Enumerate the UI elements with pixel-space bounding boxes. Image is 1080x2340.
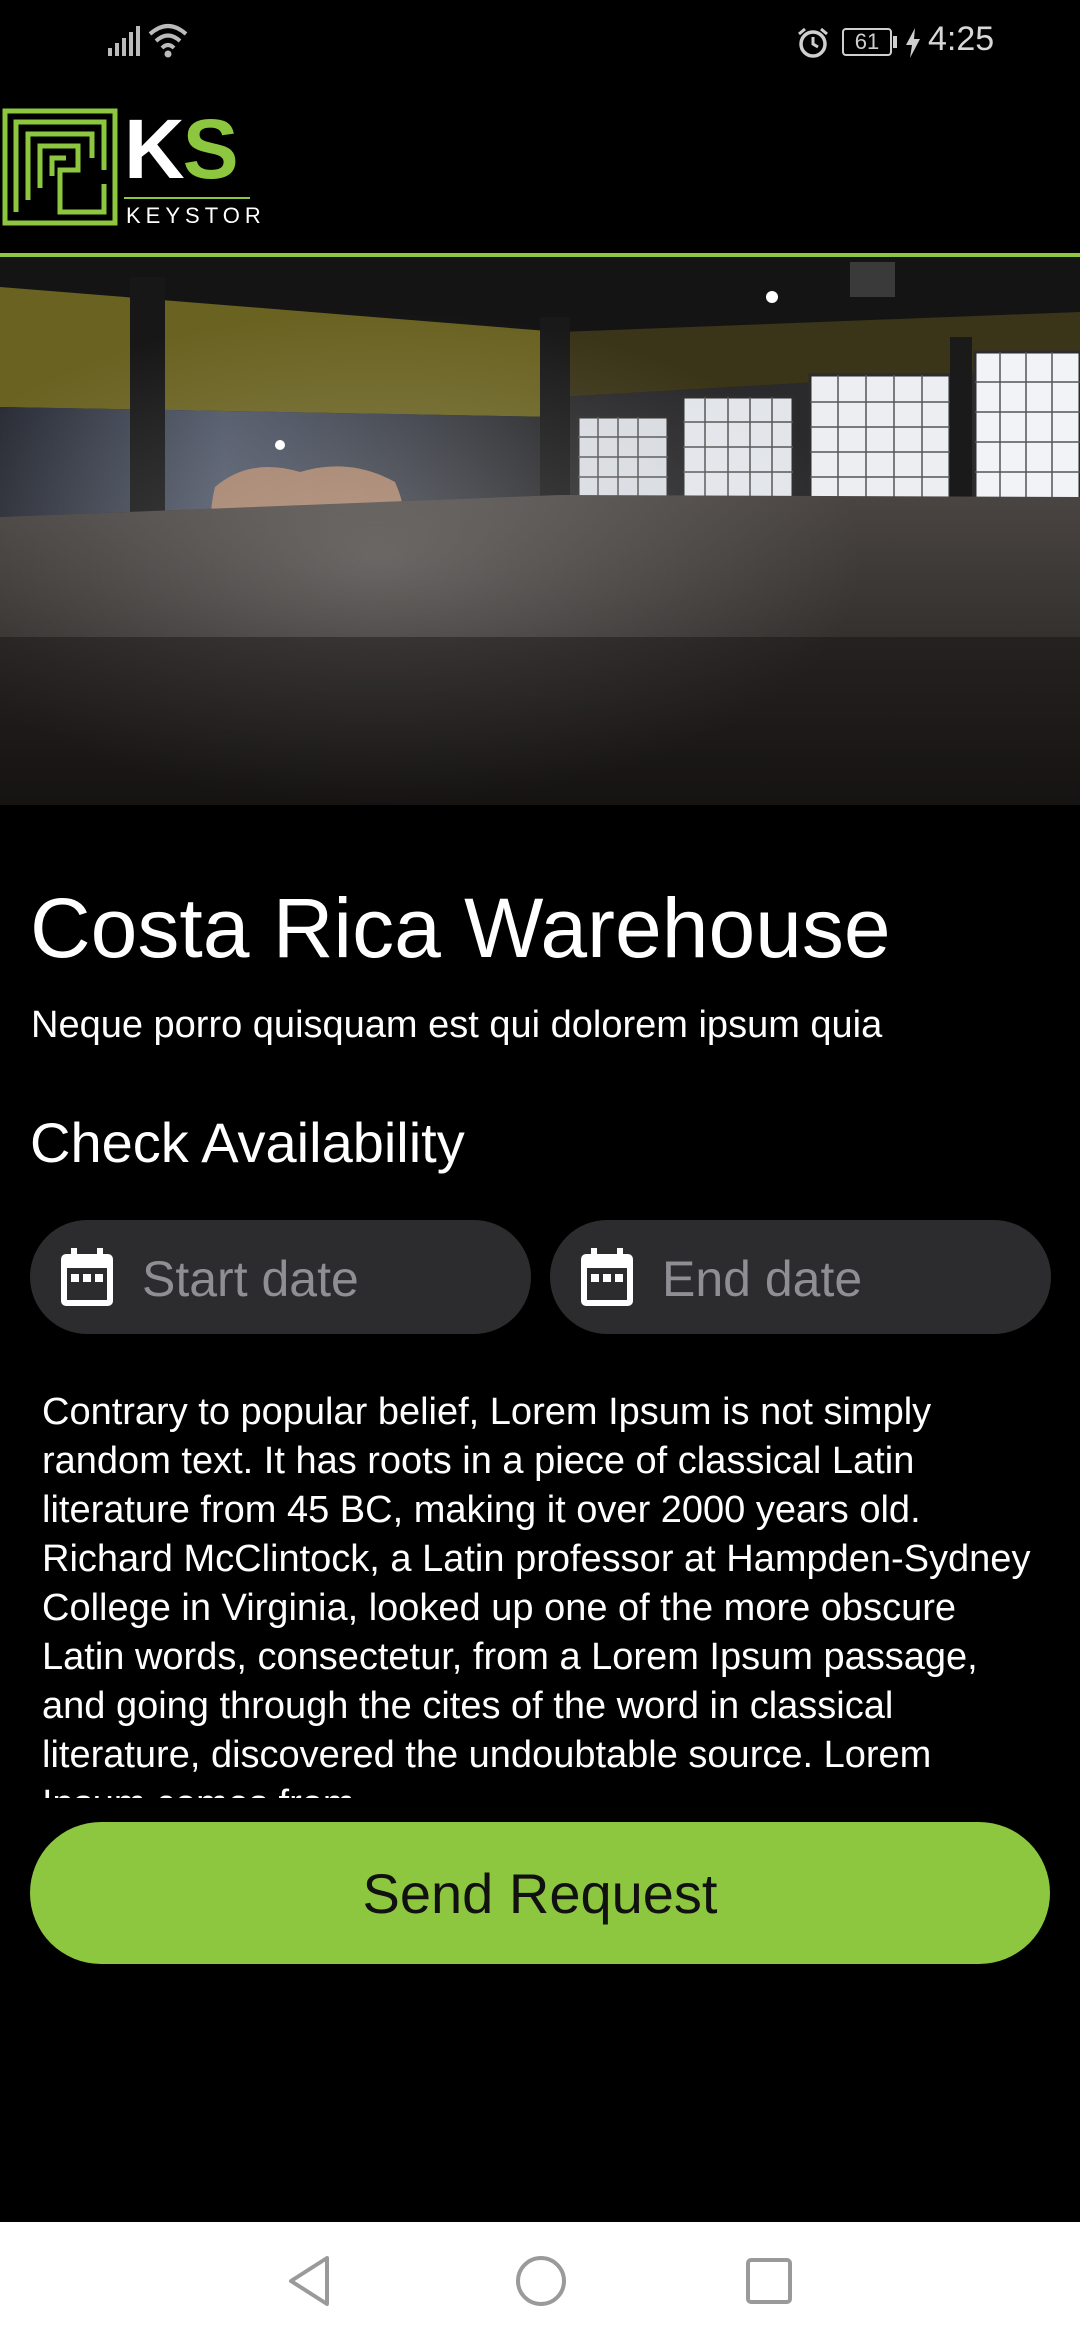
logo-rule: [124, 197, 250, 199]
battery-tip: [893, 36, 897, 48]
warehouse-photo: [0, 257, 1080, 805]
check-availability-heading: Check Availability: [30, 1111, 465, 1174]
recents-icon[interactable]: [746, 2258, 792, 2304]
signal-icon: [108, 26, 140, 56]
end-date-placeholder: End date: [662, 1251, 863, 1307]
wifi-icon: [148, 24, 188, 58]
logo-letter-k: K: [124, 102, 185, 196]
warehouse-title: Costa Rica Warehouse: [30, 881, 891, 975]
send-request-button[interactable]: Send Request: [30, 1822, 1050, 1964]
charging-icon: [906, 28, 920, 58]
battery-indicator: 61: [842, 28, 892, 56]
logo-letter-s: S: [182, 102, 239, 196]
status-bar: 61 4:25: [0, 0, 1080, 86]
brand-logo: KS: [124, 102, 239, 196]
home-icon[interactable]: [514, 2254, 568, 2308]
calendar-icon: [581, 1248, 633, 1306]
warehouse-description: Contrary to popular belief, Lorem Ipsum …: [42, 1391, 1031, 1798]
calendar-icon: [61, 1248, 113, 1306]
warehouse-subtitle: Neque porro quisquam est qui dolorem ips…: [31, 1004, 883, 1046]
start-date-placeholder: Start date: [142, 1251, 359, 1307]
status-clock: 4:25: [928, 20, 995, 58]
keystor-logo-mark: [2, 108, 118, 226]
back-icon[interactable]: [285, 2254, 333, 2308]
start-date-field[interactable]: Start date: [30, 1220, 531, 1334]
end-date-field[interactable]: End date: [550, 1220, 1051, 1334]
brand-wordmark: KEYSTOR: [126, 203, 266, 228]
alarm-icon: [798, 27, 828, 58]
